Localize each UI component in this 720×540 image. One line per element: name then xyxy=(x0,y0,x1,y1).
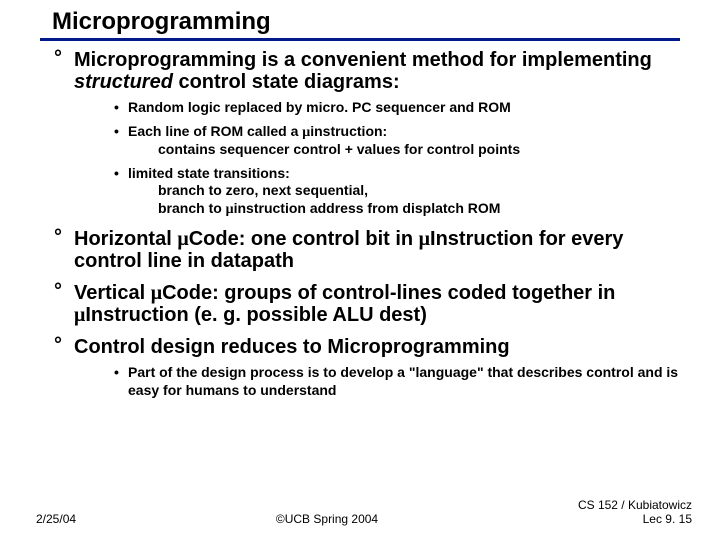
sub-1b-post: instruction: xyxy=(310,123,387,139)
bullet-1-text: Microprogramming is a convenient method … xyxy=(74,49,680,93)
bullet-1: Microprogramming is a convenient method … xyxy=(54,49,680,218)
sub-1c-line1: limited state transitions: xyxy=(128,165,290,181)
footer: 2/25/04 ©UCB Spring 2004 CS 152 / Kubiat… xyxy=(0,498,720,526)
p1-pre: Microprogramming is a convenient method … xyxy=(74,49,652,71)
p2-b: Code: one control bit in xyxy=(189,228,419,250)
footer-lecture: Lec 9. 15 xyxy=(578,512,692,526)
p3-a: Vertical xyxy=(74,282,151,304)
sub-1c-l3-pre: branch to xyxy=(158,200,226,216)
sub-1c: limited state transitions: branch to zer… xyxy=(114,165,680,219)
sub-1b: Each line of ROM called a μinstruction: … xyxy=(114,123,680,159)
footer-date: 2/25/04 xyxy=(36,512,76,526)
sub-1c-line2: branch to zero, next sequential, xyxy=(128,182,680,200)
footer-course: CS 152 / Kubiatowicz xyxy=(578,498,692,512)
bullet-4-text: Control design reduces to Microprogrammi… xyxy=(74,336,680,358)
sub-1b-line2: contains sequencer control + values for … xyxy=(128,141,680,159)
mu-icon: μ xyxy=(226,202,234,217)
sub-4a: Part of the design process is to develop… xyxy=(114,364,680,399)
p1-ital: structured xyxy=(74,71,173,93)
sub-bullets-4: Part of the design process is to develop… xyxy=(74,358,680,399)
mu-icon: μ xyxy=(419,228,430,250)
bullet-4: Control design reduces to Microprogrammi… xyxy=(54,336,680,399)
mu-icon: μ xyxy=(151,282,162,304)
sub-1b-pre: Each line of ROM called a xyxy=(128,123,302,139)
sub-1c-l3-post: instruction address from displatch ROM xyxy=(234,200,501,216)
slide-title: Microprogramming xyxy=(0,0,720,38)
p3-c: Instruction (e. g. possible ALU dest) xyxy=(85,304,427,326)
p3-b: Code: groups of control-lines coded toge… xyxy=(162,282,615,304)
sub-1a: Random logic replaced by micro. PC seque… xyxy=(114,99,680,117)
p1-post: control state diagrams: xyxy=(173,71,400,93)
bullet-3-text: Vertical μCode: groups of control-lines … xyxy=(74,282,680,326)
slide-content: Microprogramming is a convenient method … xyxy=(0,41,720,399)
sub-1c-line3: branch to μinstruction address from disp… xyxy=(128,200,680,219)
sub-bullets-1: Random logic replaced by micro. PC seque… xyxy=(74,93,680,218)
bullet-2: Horizontal μCode: one control bit in μIn… xyxy=(54,228,680,272)
mu-icon: μ xyxy=(74,304,85,326)
p2-a: Horizontal xyxy=(74,228,177,250)
footer-right: CS 152 / Kubiatowicz Lec 9. 15 xyxy=(578,498,692,526)
mu-icon: μ xyxy=(177,228,188,250)
bullet-2-text: Horizontal μCode: one control bit in μIn… xyxy=(74,228,680,272)
bullet-3: Vertical μCode: groups of control-lines … xyxy=(54,282,680,326)
footer-copyright: ©UCB Spring 2004 xyxy=(276,512,378,526)
